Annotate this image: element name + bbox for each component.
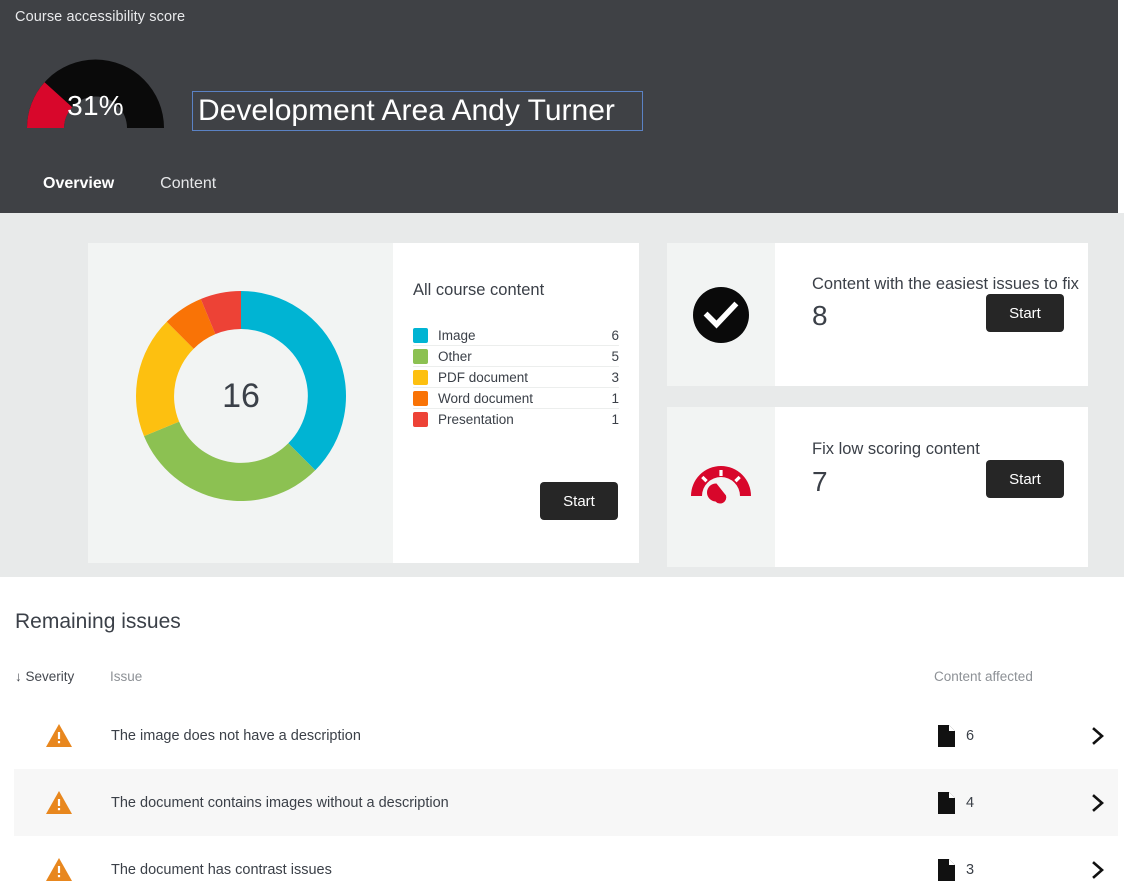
column-header-severity[interactable]: ↓ Severity: [15, 669, 74, 684]
table-row[interactable]: The image does not have a description 6: [14, 702, 1118, 769]
column-header-content-affected[interactable]: Content affected: [934, 669, 1033, 684]
legend-label-word-document: Word document: [438, 391, 601, 406]
page-header: Course accessibility score 31% Overview …: [0, 0, 1118, 213]
issue-description: The document has contrast issues: [111, 862, 332, 878]
legend-value-word-document: 1: [601, 391, 619, 406]
easiest-issues-title: Content with the easiest issues to fix: [812, 275, 1079, 294]
document-icon: [937, 859, 955, 881]
donut-chart-region: 16: [88, 243, 393, 563]
legend-swatch-pdf-document: [413, 370, 428, 385]
legend-item-other: Other 5: [413, 346, 619, 367]
legend-swatch-word-document: [413, 391, 428, 406]
tab-overview[interactable]: Overview: [43, 175, 114, 205]
all-course-content-card: 16 All course content Image 6 Other 5: [88, 243, 639, 563]
accessibility-score-label: Course accessibility score: [15, 9, 185, 25]
low-scoring-content-count: 7: [812, 466, 828, 498]
document-icon: [937, 792, 955, 814]
content-affected-count: 6: [966, 728, 974, 744]
donut-chart-icon: [128, 283, 354, 509]
chevron-right-icon[interactable]: [1090, 726, 1106, 746]
low-scoring-content-title: Fix low scoring content: [812, 440, 980, 459]
legend-item-word-document: Word document 1: [413, 388, 619, 409]
legend-value-pdf-document: 3: [601, 370, 619, 385]
course-content-legend: Image 6 Other 5 PDF document 3: [413, 325, 619, 430]
table-row[interactable]: The document has contrast issues 3: [14, 836, 1118, 895]
easiest-issues-card: Content with the easiest issues to fix 8…: [667, 243, 1088, 386]
warning-triangle-icon: [45, 790, 73, 815]
issues-table-header: ↓ Severity Issue Content affected: [0, 669, 1118, 695]
legend-item-image: Image 6: [413, 325, 619, 346]
legend-label-other: Other: [438, 349, 601, 364]
tab-content[interactable]: Content: [160, 175, 216, 205]
easiest-issues-body: Content with the easiest issues to fix 8…: [775, 243, 1088, 386]
speedometer-icon-region: [667, 407, 775, 567]
low-scoring-content-body: Fix low scoring content 7 Start: [775, 407, 1088, 567]
legend-swatch-presentation: [413, 412, 428, 427]
legend-label-pdf-document: PDF document: [438, 370, 601, 385]
document-icon: [937, 725, 955, 747]
legend-value-other: 5: [601, 349, 619, 364]
remaining-issues-title: Remaining issues: [15, 610, 181, 634]
accessibility-score-percent: 31%: [17, 92, 174, 120]
legend-item-pdf-document: PDF document 3: [413, 367, 619, 388]
donut-slice-other: [144, 422, 315, 501]
app-root: Course accessibility score 31% Overview …: [0, 0, 1124, 895]
column-header-issue[interactable]: Issue: [110, 669, 142, 684]
overview-panel: 16 All course content Image 6 Other 5: [0, 213, 1124, 577]
issue-description: The image does not have a description: [111, 728, 361, 744]
warning-triangle-icon: [45, 723, 73, 748]
speedometer-icon: [688, 463, 754, 511]
remaining-issues-section: Remaining issues ↓ Severity Issue Conten…: [0, 577, 1124, 895]
course-title-input[interactable]: [192, 91, 643, 131]
header-tabs: Overview Content: [43, 175, 262, 205]
content-affected-count: 4: [966, 795, 974, 811]
check-circle-icon-region: [667, 243, 775, 386]
legend-swatch-other: [413, 349, 428, 364]
warning-triangle-icon: [45, 857, 73, 882]
tab-content-label: Content: [160, 175, 216, 192]
low-scoring-content-card: Fix low scoring content 7 Start: [667, 407, 1088, 567]
check-circle-icon: [693, 287, 749, 343]
donut-slice-image: [241, 291, 346, 470]
chevron-right-icon[interactable]: [1090, 793, 1106, 813]
tab-overview-label: Overview: [43, 175, 114, 192]
all-course-content-title: All course content: [413, 281, 544, 300]
issue-description: The document contains images without a d…: [111, 795, 449, 811]
legend-label-image: Image: [438, 328, 601, 343]
easiest-issues-start-button[interactable]: Start: [986, 294, 1064, 332]
legend-swatch-image: [413, 328, 428, 343]
legend-value-presentation: 1: [601, 412, 619, 427]
table-row[interactable]: The document contains images without a d…: [14, 769, 1118, 836]
chevron-right-icon[interactable]: [1090, 860, 1106, 880]
low-scoring-content-start-button[interactable]: Start: [986, 460, 1064, 498]
easiest-issues-count: 8: [812, 300, 828, 332]
legend-value-image: 6: [601, 328, 619, 343]
accessibility-score-gauge: 31%: [17, 46, 174, 132]
content-affected-count: 3: [966, 862, 974, 878]
legend-label-presentation: Presentation: [438, 412, 601, 427]
legend-item-presentation: Presentation 1: [413, 409, 619, 430]
course-content-legend-region: All course content Image 6 Other 5 P: [393, 243, 639, 563]
all-course-content-start-button[interactable]: Start: [540, 482, 618, 520]
